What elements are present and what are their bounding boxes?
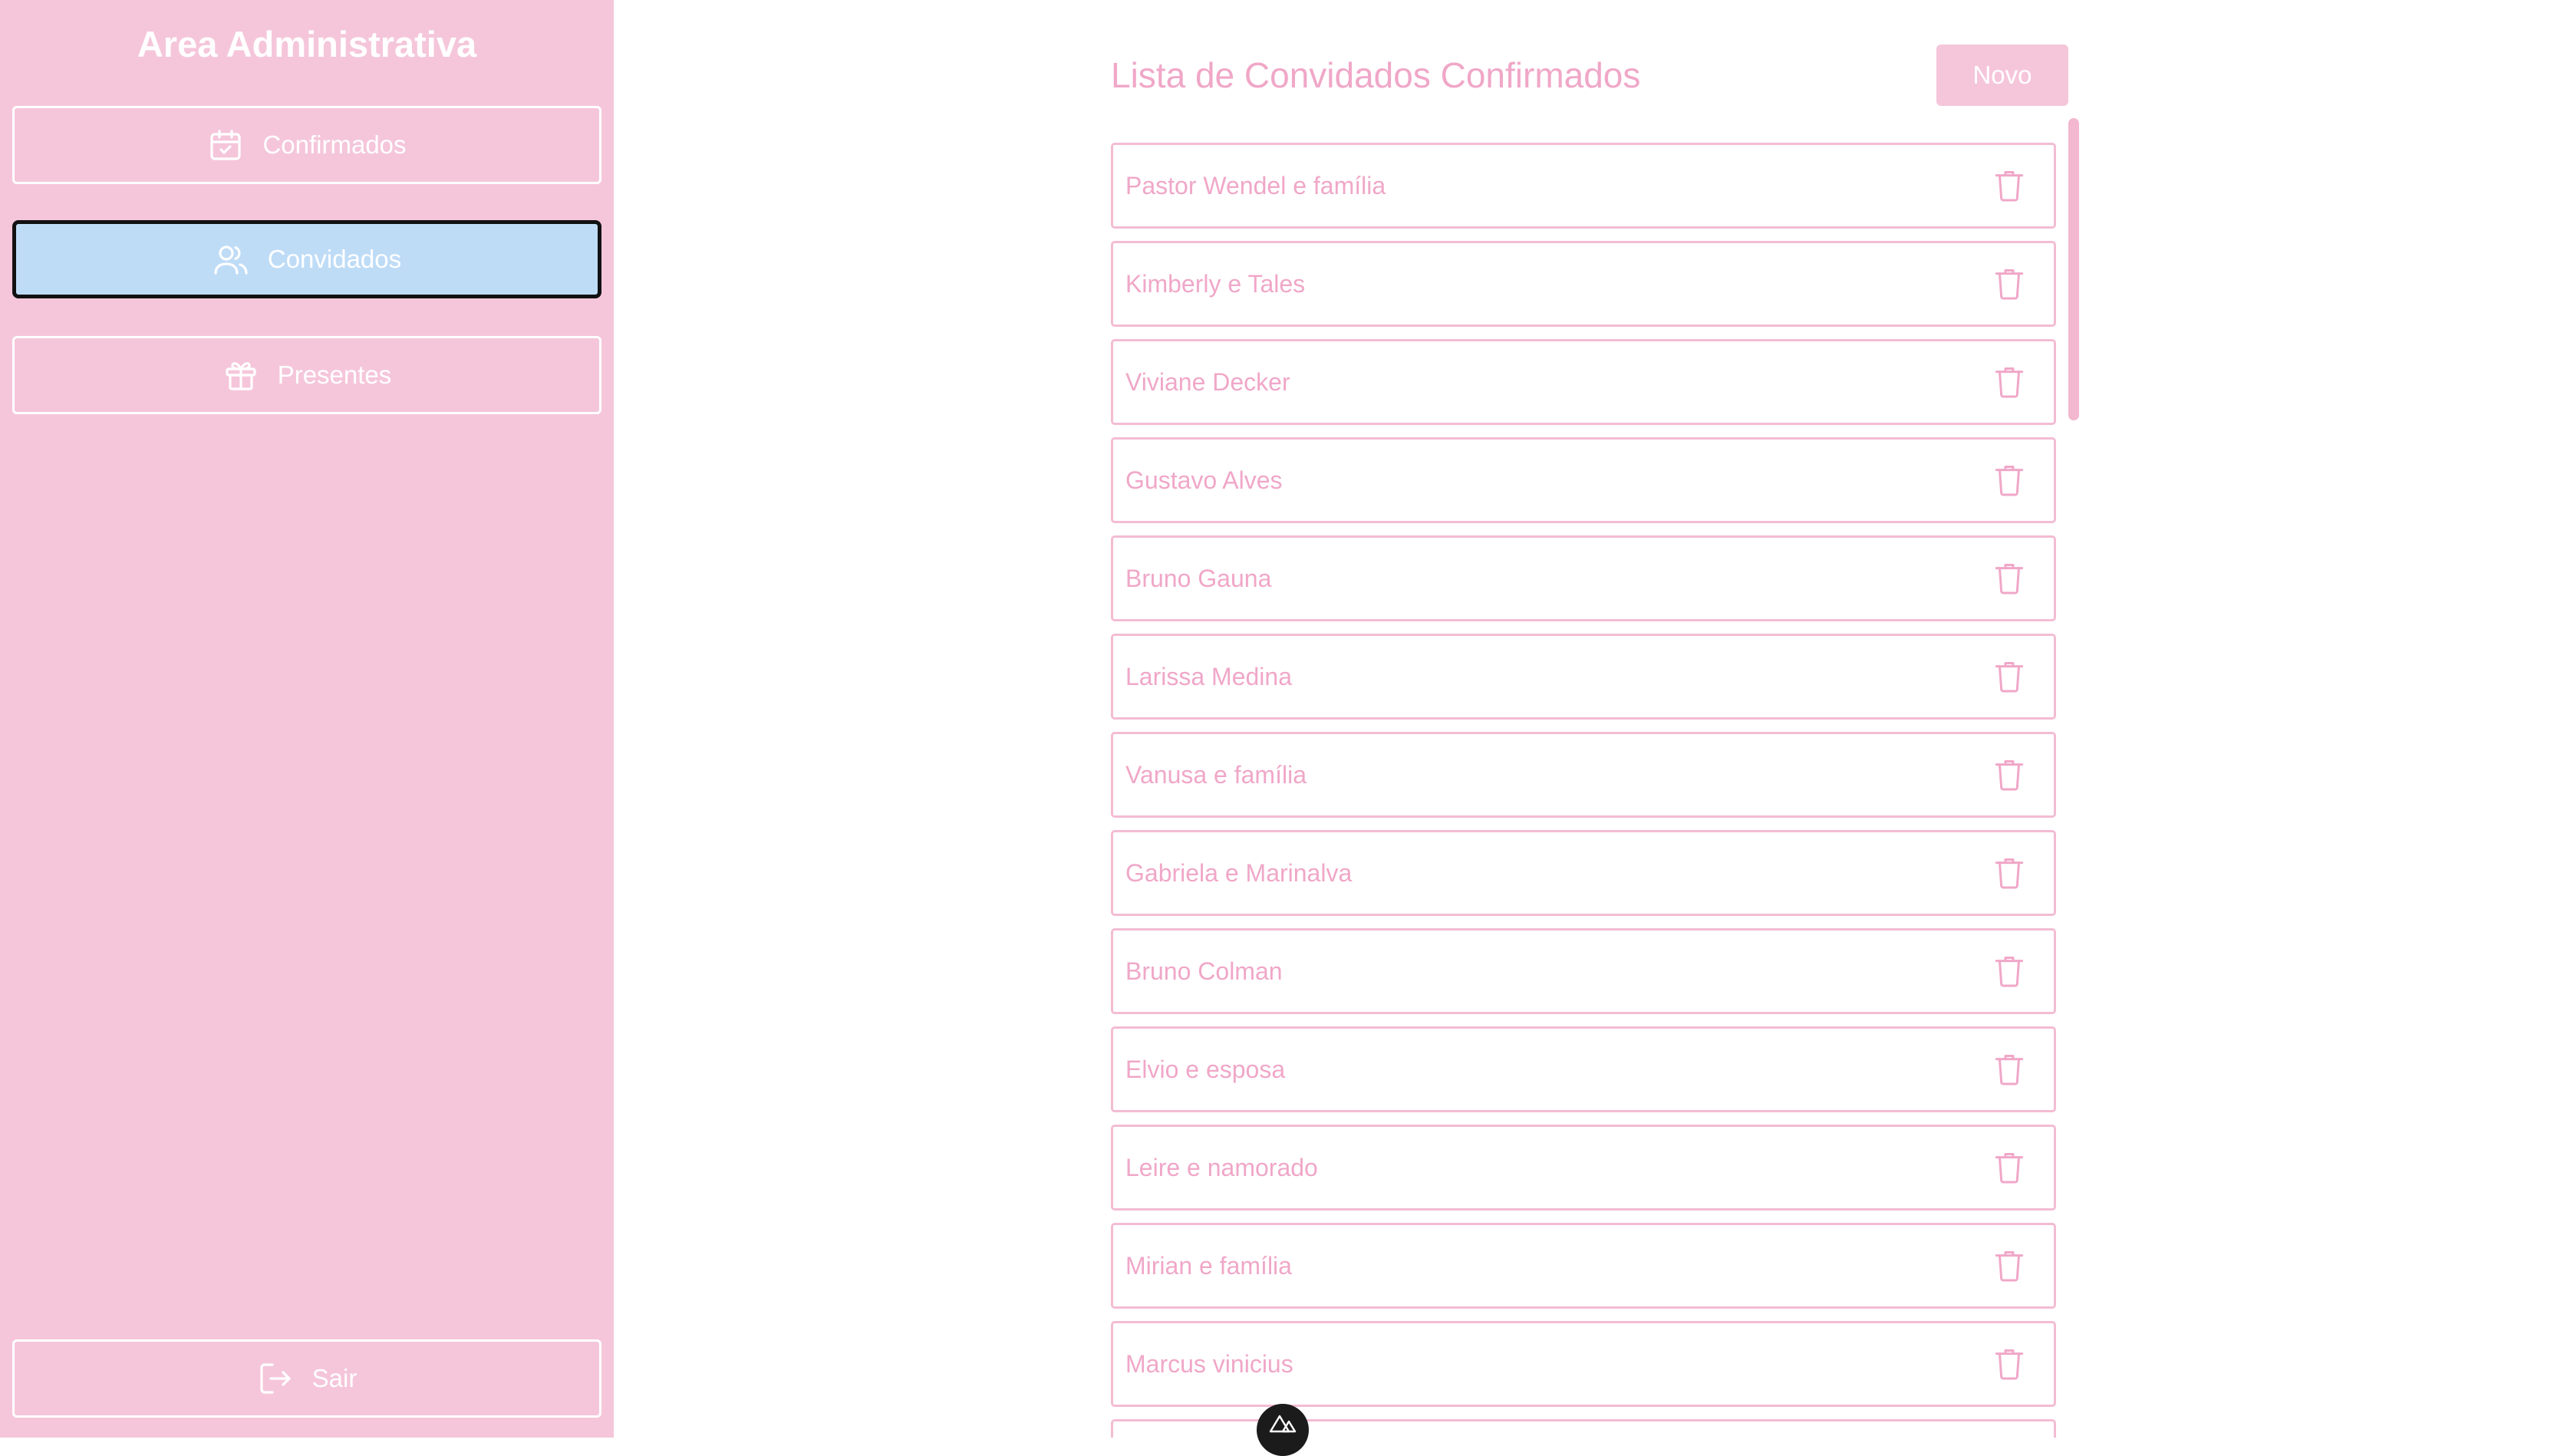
new-button[interactable]: Novo <box>1936 44 2068 106</box>
guest-name: Bruno Gauna <box>1125 564 1272 592</box>
guest-name: Gustavo Alves <box>1125 466 1283 494</box>
sidebar-item-label: Confirmados <box>262 130 407 159</box>
guest-name: Kimberly e Tales <box>1125 269 1306 298</box>
guest-row: Marcus vinicius <box>1111 1321 2056 1407</box>
guest-name: Viviane Decker <box>1125 367 1290 396</box>
guest-name: Leire e namorado <box>1125 1153 1318 1181</box>
guest-row: Gustavo Alves <box>1111 437 2056 523</box>
guest-name: Gabriela e Marinalva <box>1125 858 1353 887</box>
trash-icon[interactable] <box>1994 1151 2025 1184</box>
sidebar-item-label: Presentes <box>277 361 392 389</box>
logout-label: Sair <box>311 1364 358 1392</box>
devtools-floating-button[interactable] <box>1257 1404 1309 1456</box>
sidebar-item-label: Convidados <box>267 245 402 273</box>
trash-icon[interactable] <box>1994 1249 2025 1283</box>
trash-icon[interactable] <box>1994 954 2025 988</box>
logout-button[interactable]: Sair <box>12 1339 601 1418</box>
sidebar-item-presentes[interactable]: Presentes <box>12 336 601 414</box>
guest-list: Pastor Wendel e família Kimberly e Tales V… <box>1111 143 2056 1438</box>
guest-row: Kimberly e Tales <box>1111 241 2056 327</box>
guest-name: Larissa Medina <box>1125 662 1292 690</box>
mountain-logo-icon <box>1269 1415 1297 1433</box>
logout-icon <box>257 1360 294 1397</box>
guest-name: Pastor Wendel e família <box>1125 171 1386 199</box>
trash-icon[interactable] <box>1994 365 2025 399</box>
guest-name: Elvio e esposa <box>1125 1055 1286 1083</box>
sidebar: Area Administrativa Confirmados Convidad… <box>0 0 614 1438</box>
trash-icon[interactable] <box>1994 562 2025 595</box>
trash-icon[interactable] <box>1994 660 2025 693</box>
scrollbar[interactable] <box>2068 118 2079 1438</box>
guest-row: Pastor Wendel e família <box>1111 143 2056 229</box>
trash-icon[interactable] <box>1994 856 2025 890</box>
trash-icon[interactable] <box>1994 1347 2025 1381</box>
guest-name: Marcus vinicius <box>1125 1349 1293 1378</box>
guest-row: Elvio e esposa <box>1111 1026 2056 1112</box>
guest-row: Larissa Medina <box>1111 634 2056 720</box>
sidebar-item-convidados[interactable]: Convidados <box>12 220 601 298</box>
sidebar-item-confirmados[interactable]: Confirmados <box>12 106 601 184</box>
trash-icon[interactable] <box>1994 1052 2025 1086</box>
page-title: Lista de Convidados Confirmados <box>1111 55 1641 95</box>
guest-name: Vanusa e família <box>1125 760 1307 789</box>
gift-icon <box>222 357 259 394</box>
trash-icon[interactable] <box>1994 758 2025 792</box>
guest-row: Mirian e família <box>1111 1223 2056 1309</box>
guest-row: Leire e namorado <box>1111 1125 2056 1211</box>
trash-icon[interactable] <box>1994 463 2025 497</box>
calendar-check-icon <box>207 127 244 163</box>
guest-row: Bruno Gauna <box>1111 535 2056 621</box>
guest-name: Mirian e família <box>1125 1251 1292 1280</box>
guest-row: Gabriela e Marinalva <box>1111 830 2056 916</box>
sidebar-title: Area Administrativa <box>137 24 477 64</box>
trash-icon[interactable] <box>1994 169 2025 203</box>
guest-row: Viviane Decker <box>1111 339 2056 425</box>
scrollbar-thumb[interactable] <box>2068 118 2079 420</box>
users-icon <box>213 241 249 278</box>
guest-row: Bruno Colman <box>1111 928 2056 1014</box>
guest-row <box>1111 1419 2056 1438</box>
guest-name: Bruno Colman <box>1125 957 1283 985</box>
guest-row: Vanusa e família <box>1111 732 2056 818</box>
trash-icon[interactable] <box>1994 267 2025 301</box>
